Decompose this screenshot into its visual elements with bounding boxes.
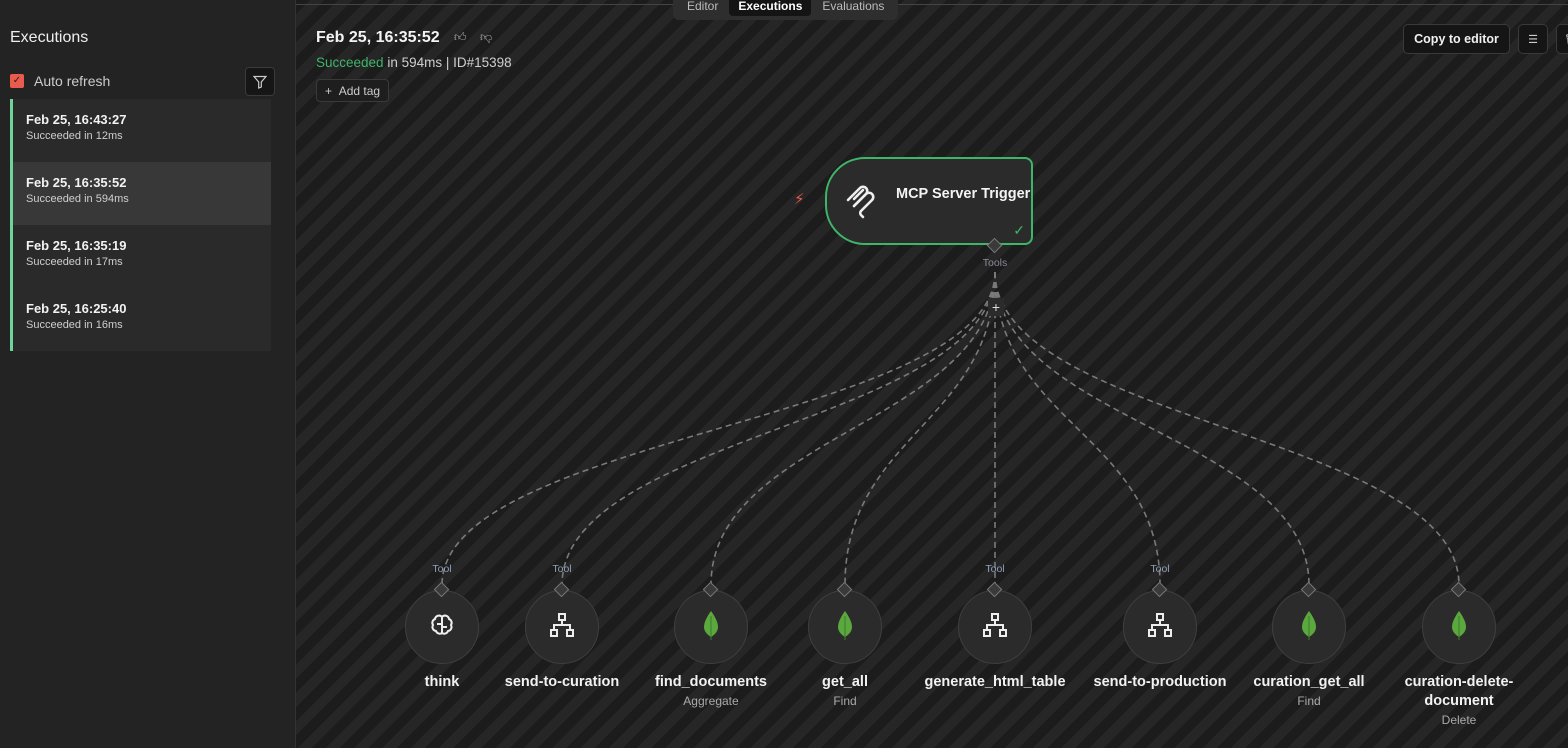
execution-item[interactable]: Feb 25, 16:25:40 Succeeded in 16ms [10,288,271,351]
tool-node-curation_get_all[interactable]: curation_get_all Find [1229,590,1389,708]
plus-icon: + [325,84,339,98]
execution-list: Feb 25, 16:43:27 Succeeded in 12ms Feb 25… [10,99,271,351]
tool-node-generate_html_table[interactable]: generate_html_table [915,590,1075,694]
connection-edge [844,271,996,586]
mcp-icon [846,185,875,219]
execution-id: ID#15398 [453,55,512,70]
workflow-icon [1147,612,1173,643]
execution-status: Succeeded in 17ms [26,256,123,268]
tool-node-get_all[interactable]: get_all Find [765,590,925,708]
node-name: send-to-curation [504,674,620,690]
connection-edge [710,271,996,586]
execution-status: Succeeded in 16ms [26,319,123,331]
tool-connector-label: Tool [552,563,572,575]
node-circle[interactable] [525,590,599,664]
separator: | [442,55,454,70]
brain-icon [429,612,455,643]
mongodb-icon [1451,610,1467,645]
connection-edge [561,271,996,586]
auto-refresh-checkbox[interactable]: ✓ Auto refresh [10,73,110,89]
checklist-icon[interactable]: ☰ [1518,24,1548,54]
connection-edge [994,271,1310,586]
workflow-icon [982,612,1008,643]
add-tag-label: Add tag [338,84,381,98]
add-tag-button[interactable]: + Add tag [316,79,390,102]
execution-date: Feb 25, 16:43:27 [26,112,127,127]
node-circle[interactable] [674,590,748,664]
tool-node-curation-delete-document[interactable]: curation-delete-document Delete [1379,590,1539,727]
status-succeeded: Succeeded [316,55,384,70]
tool-connector-label: Tool [432,563,452,575]
node-circle[interactable] [1272,590,1346,664]
node-name: generate_html_table [924,674,1066,690]
node-circle[interactable] [808,590,882,664]
connection-edge [994,271,1460,586]
executions-sidebar: Executions ✓ Auto refresh Feb 25, 16:43:… [0,0,296,748]
tab-editor[interactable]: Editor [678,0,727,20]
node-circle[interactable] [405,590,479,664]
tool-node-send-to-production[interactable]: send-to-production [1080,590,1240,694]
execution-status: Succeeded in 12ms [26,130,123,142]
execution-title: Feb 25, 16:35:52 [316,29,440,46]
execution-status-line: Succeeded in 594ms | ID#15398 [316,55,512,70]
node-circle[interactable] [958,590,1032,664]
execution-item[interactable]: Feb 25, 16:43:27 Succeeded in 12ms [10,99,271,162]
add-tool-plus-icon[interactable]: + [988,298,1004,316]
node-subtitle: Delete [1441,713,1477,727]
execution-item-selected[interactable]: Feb 25, 16:35:52 Succeeded in 594ms [10,162,271,225]
node-subtitle: Find [833,694,857,708]
node-name: send-to-production [1093,674,1227,690]
tools-label: Tools [982,257,1008,269]
checkbox-checked-icon[interactable]: ✓ [10,74,24,88]
node-subtitle: Find [1297,694,1321,708]
mongodb-icon [703,610,719,645]
mongodb-icon [837,610,853,645]
thumbs-down-icon[interactable]: 👎︎ [480,30,492,45]
execution-date: Feb 25, 16:25:40 [26,301,127,316]
tool-connector-label: Tool [1150,563,1170,575]
execution-date: Feb 25, 16:35:52 [26,175,127,190]
node-circle[interactable] [1123,590,1197,664]
execution-status: Succeeded in 594ms [26,193,129,205]
connection-edge [441,271,996,586]
node-name: curation_get_all [1253,674,1365,690]
workflow-canvas[interactable]: Editor Executions Evaluations Feb 25, 16… [296,0,1568,748]
node-name: get_all [822,674,868,690]
duration: in 594ms [383,55,443,70]
filter-button[interactable] [245,67,275,96]
tool-node-send-to-curation[interactable]: send-to-curation [482,590,642,694]
node-name: curation-delete-document [1404,674,1514,709]
thumbs-up-icon[interactable]: 👍︎ [454,30,467,45]
sidebar-title: Executions [10,29,89,46]
tab-evaluations[interactable]: Evaluations [813,0,893,20]
trigger-name: MCP Server Trigger [896,186,1031,202]
tab-executions[interactable]: Executions [729,0,812,16]
tool-connector-label: Tool [985,563,1005,575]
view-tabs: Editor Executions Evaluations [673,0,899,20]
execution-date: Feb 25, 16:35:19 [26,238,127,253]
mongodb-icon [1301,610,1317,645]
connection-edge [994,271,1161,586]
success-check-icon: ✓ [1013,222,1025,238]
copy-to-editor-button[interactable]: Copy to editor [1403,24,1510,54]
execution-item[interactable]: Feb 25, 16:35:19 Succeeded in 17ms [10,225,271,288]
trigger-bolt-icon: ⚡︎ [794,191,805,208]
filter-icon [253,75,267,89]
delete-icon[interactable]: 🗑︎ [1556,24,1568,54]
node-circle[interactable] [1422,590,1496,664]
mcp-server-trigger-node[interactable]: MCP Server Trigger ✓ [825,157,1033,245]
auto-refresh-label: Auto refresh [34,73,111,89]
workflow-icon [549,612,575,643]
